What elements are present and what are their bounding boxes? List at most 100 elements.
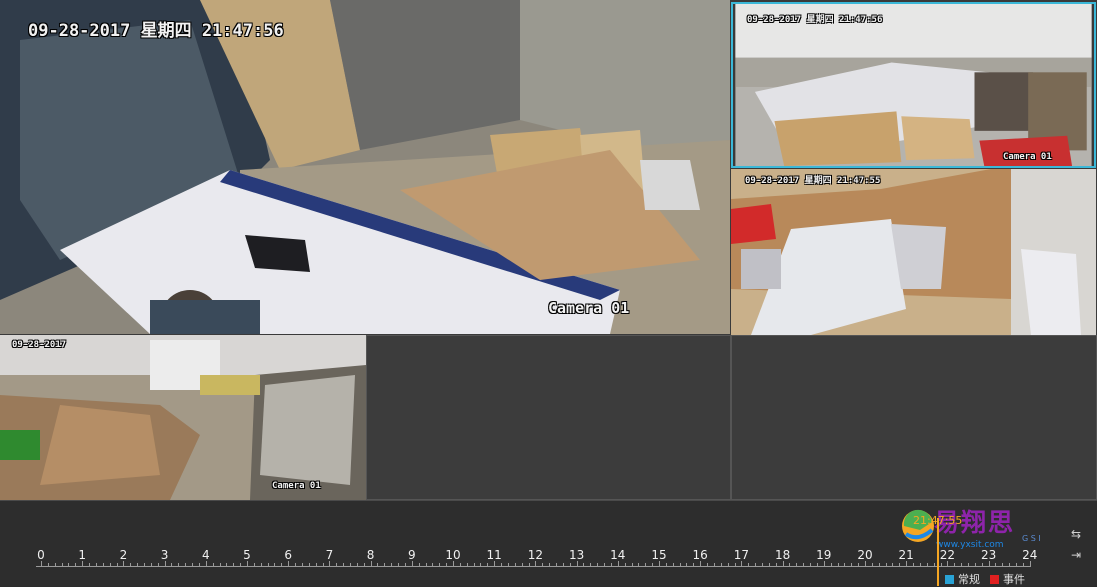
hour-label: 2 xyxy=(119,548,128,562)
hour-label: 13 xyxy=(568,548,585,562)
minor-tick xyxy=(150,563,152,566)
minor-tick xyxy=(89,563,91,566)
minor-tick xyxy=(762,563,763,566)
minor-tick xyxy=(755,563,757,566)
minor-tick xyxy=(295,563,297,566)
minor-tick xyxy=(919,563,921,566)
camera-timestamp: 09-28-2017 星期四 21:47:55 xyxy=(745,176,881,186)
minor-tick xyxy=(542,563,544,566)
hour-label: 16 xyxy=(692,548,708,562)
minor-tick xyxy=(528,563,530,566)
minor-tick xyxy=(459,563,461,566)
minor-tick xyxy=(240,563,242,566)
playhead-cursor[interactable] xyxy=(937,518,939,586)
minor-tick xyxy=(404,563,406,566)
minor-tick xyxy=(68,563,70,566)
hour-label: 20 xyxy=(857,548,873,562)
hour-label: 3 xyxy=(160,548,169,562)
legend-normal: 常规 xyxy=(945,571,980,587)
camera-feed-2 xyxy=(735,4,1092,166)
minor-tick xyxy=(693,563,695,566)
minor-tick xyxy=(665,563,667,566)
minor-tick xyxy=(130,563,132,566)
minor-tick xyxy=(350,563,351,566)
camera-name: Camera 01 xyxy=(1003,152,1052,162)
hour-label: 10 xyxy=(445,548,461,562)
hour-label: 17 xyxy=(733,548,750,562)
minor-tick xyxy=(1009,563,1011,566)
minor-tick xyxy=(253,563,255,566)
minor-tick xyxy=(631,563,633,566)
minor-tick xyxy=(487,563,489,566)
minor-tick xyxy=(308,563,310,566)
minor-tick xyxy=(768,563,770,566)
minor-tick xyxy=(137,563,139,566)
hour-label: 7 xyxy=(325,548,334,562)
minor-tick xyxy=(583,563,585,566)
expand-horizontal-icon[interactable]: ⇆ xyxy=(1071,527,1081,541)
minor-tick xyxy=(75,563,77,566)
minor-tick xyxy=(102,563,104,566)
hour-label: 8 xyxy=(366,548,375,562)
minor-tick xyxy=(144,563,145,566)
minor-tick xyxy=(707,563,709,566)
time-scale-line xyxy=(36,566,1030,567)
camera-view-4[interactable]: 09-28-2017 Camera 01 xyxy=(0,335,366,500)
minor-tick xyxy=(384,563,386,566)
minor-tick xyxy=(610,563,612,566)
minor-tick xyxy=(652,563,654,566)
minor-tick xyxy=(569,563,571,566)
minor-tick xyxy=(679,563,681,566)
watermark-sub: G S I xyxy=(1022,534,1041,543)
minor-tick xyxy=(281,563,283,566)
minor-tick xyxy=(926,563,928,566)
minor-tick xyxy=(810,563,812,566)
legend-normal-label: 常规 xyxy=(958,573,980,586)
minor-tick xyxy=(734,563,736,566)
camera-timestamp: 09-28-2017 星期四 21:47:56 xyxy=(28,21,284,41)
hour-label: 19 xyxy=(816,548,832,562)
shrink-horizontal-icon[interactable]: ⇥ xyxy=(1071,548,1081,562)
minor-tick xyxy=(720,563,722,566)
minor-tick xyxy=(446,563,448,566)
minor-tick xyxy=(961,563,963,566)
minor-tick xyxy=(480,563,482,566)
minor-tick xyxy=(638,563,640,566)
minor-tick xyxy=(267,563,269,566)
minor-tick xyxy=(686,563,688,566)
legend-event-label: 事件 xyxy=(1003,573,1025,586)
minor-tick xyxy=(432,563,434,566)
camera-view-3[interactable]: 09-28-2017 星期四 21:47:55 xyxy=(731,169,1096,335)
hour-label: 18 xyxy=(774,548,791,562)
minor-tick xyxy=(1002,563,1004,566)
minor-tick xyxy=(775,563,777,566)
camera-feed-3 xyxy=(731,169,1096,335)
minor-tick xyxy=(192,563,194,566)
camera-timestamp: 09-28-2017 xyxy=(12,340,67,350)
minor-tick xyxy=(95,563,97,566)
hour-label: 22 xyxy=(939,548,956,562)
hour-label: 11 xyxy=(486,548,502,562)
minor-tick xyxy=(940,563,942,566)
hour-label: 21 xyxy=(898,548,914,562)
minor-tick xyxy=(803,563,805,566)
minor-tick xyxy=(219,563,221,566)
camera-slot-empty[interactable] xyxy=(366,335,731,500)
minor-tick xyxy=(830,563,832,566)
hour-label: 24 xyxy=(1022,548,1038,562)
minor-tick xyxy=(844,563,846,566)
minor-tick xyxy=(439,563,441,566)
minor-tick xyxy=(418,563,420,566)
minor-tick xyxy=(604,563,606,566)
camera-view-main[interactable]: 09-28-2017 星期四 21:47:56 Camera 01 xyxy=(0,0,730,334)
camera-timestamp: 09-28-2017 星期四 21:47:56 xyxy=(747,15,883,25)
minor-tick xyxy=(212,563,214,566)
camera-view-2[interactable]: 09-28-2017 星期四 21:47:56 Camera 01 xyxy=(731,2,1096,168)
hour-label: 14 xyxy=(610,548,626,562)
minor-tick xyxy=(391,563,393,566)
minor-tick xyxy=(974,563,976,566)
minor-tick xyxy=(1016,563,1018,566)
camera-slot-empty[interactable] xyxy=(731,335,1097,500)
legend-event: 事件 xyxy=(990,571,1025,587)
minor-tick xyxy=(274,563,276,566)
